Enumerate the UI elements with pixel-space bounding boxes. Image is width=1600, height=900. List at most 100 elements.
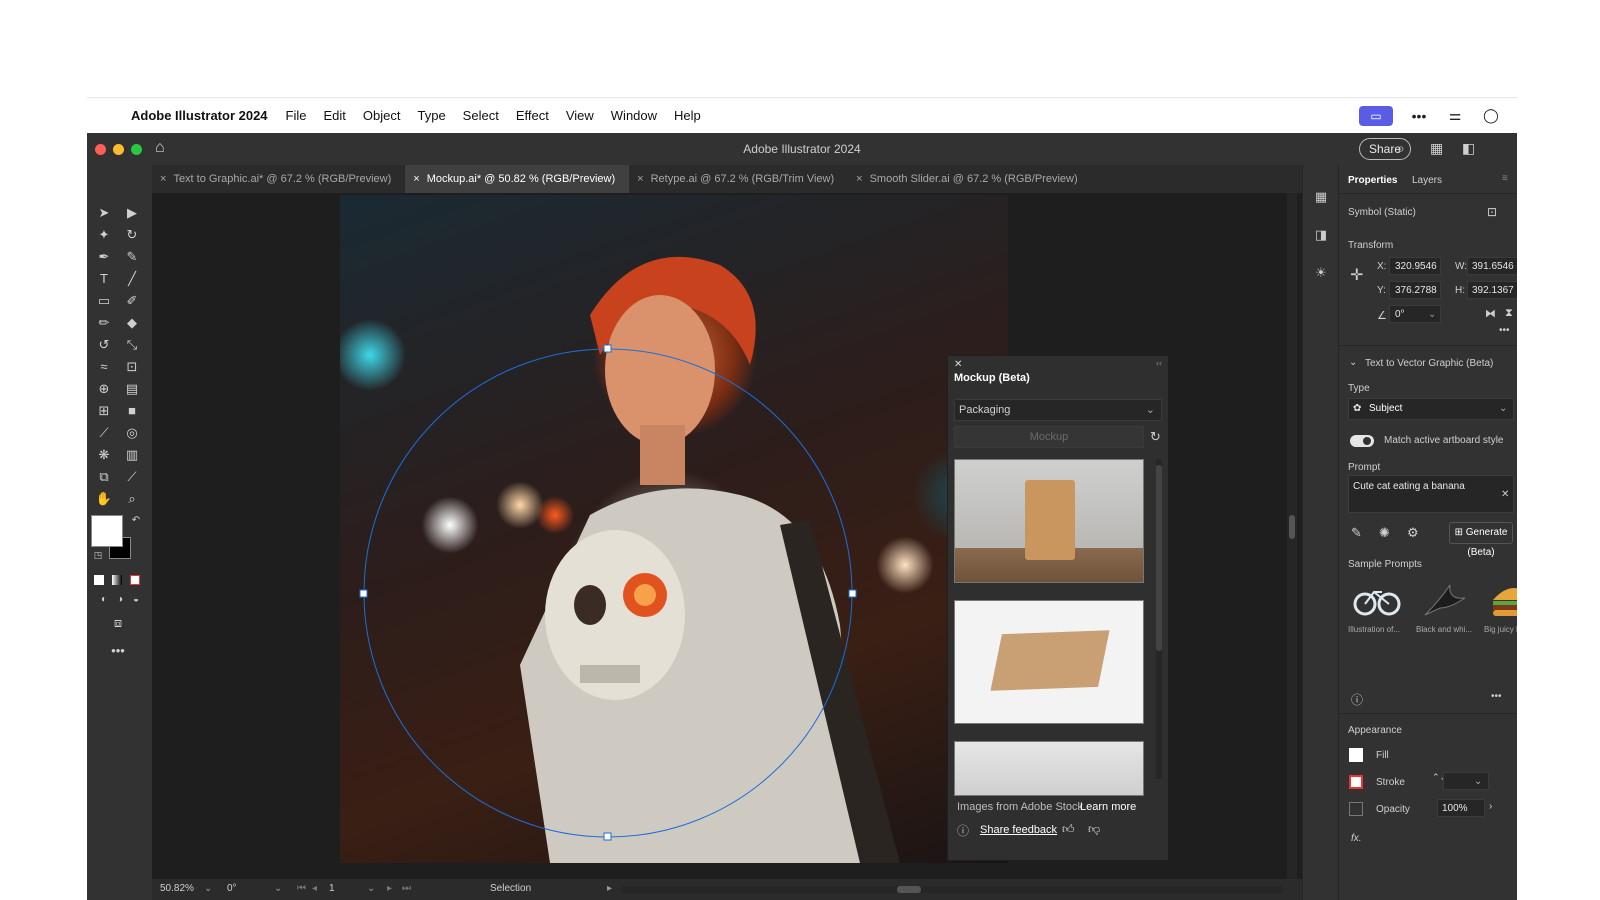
prev-artboard-icon[interactable]: ◂ (312, 883, 317, 894)
mockup-button[interactable]: Mockup (954, 426, 1144, 448)
more-tools-icon[interactable]: ••• (107, 641, 129, 661)
tab-retype[interactable]: × Retype.ai @ 67.2 % (RGB/Trim View) (629, 165, 848, 193)
info-icon[interactable]: ⓘ (1351, 691, 1363, 708)
type-tool-icon[interactable]: T (93, 269, 115, 289)
artboard-tool-icon[interactable]: ⧉ (93, 467, 115, 487)
more-options-icon[interactable]: ••• (1499, 325, 1510, 336)
selection-handle-right[interactable] (848, 589, 857, 598)
direct-selection-tool-icon[interactable]: ▶ (121, 203, 143, 223)
free-transform-icon[interactable]: ⊡ (121, 357, 143, 377)
scrollbar-thumb[interactable] (897, 886, 921, 893)
canvas-vertical-scrollbar[interactable] (1287, 193, 1297, 879)
canvas-horizontal-scrollbar[interactable] (622, 886, 1282, 893)
opacity-field[interactable]: 100% (1437, 799, 1485, 817)
h-field[interactable]: 392.1367 (1467, 281, 1517, 299)
w-field[interactable]: 391.6546 (1467, 257, 1517, 275)
artboard-number[interactable]: 1 (329, 883, 335, 894)
graph-tool-icon[interactable]: ▥ (121, 445, 143, 465)
menu-select[interactable]: Select (463, 108, 499, 123)
close-tab-icon[interactable]: × (856, 173, 862, 185)
menu-type[interactable]: Type (417, 108, 445, 123)
tab-properties[interactable]: Properties (1348, 175, 1397, 186)
prompt-textarea[interactable]: Cute cat eating a banana ✕ (1348, 475, 1514, 513)
more-options-icon[interactable]: ••• (1491, 691, 1502, 702)
selection-handle-bottom[interactable] (603, 832, 612, 841)
gradient-tool-icon[interactable]: ■ (121, 401, 143, 421)
selection-tool-icon[interactable]: ➤ (93, 203, 115, 223)
share-feedback-link[interactable]: Share feedback (980, 824, 1057, 836)
fill-swatch[interactable] (91, 515, 123, 547)
chevron-down-icon[interactable]: ⌄ (204, 883, 212, 894)
search-icon[interactable]: ⌕ (1397, 140, 1405, 157)
stroke-weight-field[interactable]: ⌄ (1443, 772, 1489, 790)
symbol-sprayer-icon[interactable]: ❋ (93, 445, 115, 465)
app-menu-name[interactable]: Adobe Illustrator 2024 (131, 108, 268, 123)
artboard-photo[interactable] (340, 195, 1008, 863)
default-colors-icon[interactable]: ◳ (87, 545, 109, 565)
flip-vertical-icon[interactable]: ⧗ (1505, 307, 1513, 320)
selection-handle-top[interactable] (603, 344, 612, 353)
info-icon[interactable]: ⓘ (957, 822, 969, 839)
draw-inside-icon[interactable]: ◒ (125, 590, 147, 610)
rotate-tool-icon[interactable]: ↺ (93, 335, 115, 355)
more-icon[interactable]: ••• (1409, 107, 1429, 125)
fill-swatch[interactable] (1349, 748, 1363, 762)
rectangle-tool-icon[interactable]: ▭ (93, 291, 115, 311)
collapse-icon[interactable]: ‹‹ (1156, 358, 1162, 368)
scale-tool-icon[interactable]: ⤡ (121, 335, 143, 355)
artboards-icon[interactable]: ◨ (1313, 227, 1329, 243)
sample-bicycle[interactable] (1352, 580, 1402, 620)
mesh-tool-icon[interactable]: ⊞ (93, 401, 115, 421)
learn-more-link[interactable]: Learn more (1080, 801, 1136, 813)
pen-tool-icon[interactable]: ✒ (93, 247, 115, 267)
control-center-icon[interactable]: ⚌ (1445, 107, 1465, 125)
color-mode-icon[interactable] (94, 575, 104, 585)
mockup-thumbnail-white[interactable] (954, 741, 1144, 796)
perspective-grid-icon[interactable]: ▤ (121, 379, 143, 399)
symbol-options-icon[interactable]: ⊡ (1487, 205, 1497, 219)
zoom-tool-icon[interactable]: ⌕ (121, 489, 143, 509)
rotation-field[interactable]: 0° ⌄ (1389, 305, 1441, 323)
paintbrush-icon[interactable]: ✐ (121, 291, 143, 311)
thumbs-up-icon[interactable]: 👍︎ (1062, 822, 1075, 837)
eraser-icon[interactable]: ◆ (121, 313, 143, 333)
status-menu-icon[interactable]: ▸ (607, 883, 612, 894)
chevron-down-icon[interactable]: ⌄ (1349, 357, 1357, 368)
y-field[interactable]: 376.2788 (1389, 281, 1441, 299)
shape-builder-icon[interactable]: ⊕ (93, 379, 115, 399)
zoom-level[interactable]: 50.82% (160, 883, 194, 894)
libraries-icon[interactable]: ▦ (1313, 189, 1329, 205)
chevron-down-icon[interactable]: ⌄ (367, 883, 375, 894)
selection-handle-left[interactable] (359, 589, 368, 598)
sample-burger[interactable] (1489, 580, 1517, 620)
line-tool-icon[interactable]: ╱ (121, 269, 143, 289)
hand-tool-icon[interactable]: ✋ (93, 489, 115, 509)
menu-file[interactable]: File (286, 108, 307, 123)
generate-button[interactable]: ⊞ Generate (Beta) (1449, 522, 1513, 558)
settings-gear-icon[interactable]: ⚙ (1407, 525, 1419, 541)
fx-icon[interactable]: fx. (1351, 833, 1362, 844)
curvature-tool-icon[interactable]: ✎ (121, 247, 143, 267)
tab-text-to-graphic[interactable]: × Text to Graphic.ai* @ 67.2 % (RGB/Previ… (152, 165, 405, 193)
stroke-label[interactable]: Stroke (1376, 777, 1405, 788)
eyedropper-icon[interactable]: ⟋ (93, 423, 115, 443)
mockup-thumbnail-box[interactable] (954, 600, 1144, 724)
swap-colors-icon[interactable]: ↶ (125, 511, 147, 531)
refresh-icon[interactable]: ↻ (1150, 429, 1161, 445)
close-tab-icon[interactable]: × (160, 173, 166, 185)
sample-bird[interactable] (1420, 580, 1470, 620)
menu-effect[interactable]: Effect (516, 108, 549, 123)
mockup-list-scrollbar[interactable] (1156, 459, 1162, 779)
next-artboard-icon[interactable]: ▸ (387, 883, 392, 894)
lasso-icon[interactable]: ↻ (121, 225, 143, 245)
close-tab-icon[interactable]: × (637, 173, 643, 185)
first-artboard-icon[interactable]: ⏮ (297, 883, 306, 894)
chevron-right-icon[interactable]: › (1489, 801, 1492, 812)
close-icon[interactable]: ✕ (954, 359, 962, 370)
menu-object[interactable]: Object (363, 108, 401, 123)
screen-mode-icon[interactable]: ⧈ (107, 613, 129, 633)
type-select[interactable]: ✿ Subject ⌄ (1348, 398, 1514, 420)
opacity-label[interactable]: Opacity (1376, 804, 1410, 815)
effects-icon[interactable]: ✺ (1379, 525, 1390, 541)
slice-tool-icon[interactable]: ⟋ (121, 467, 143, 487)
